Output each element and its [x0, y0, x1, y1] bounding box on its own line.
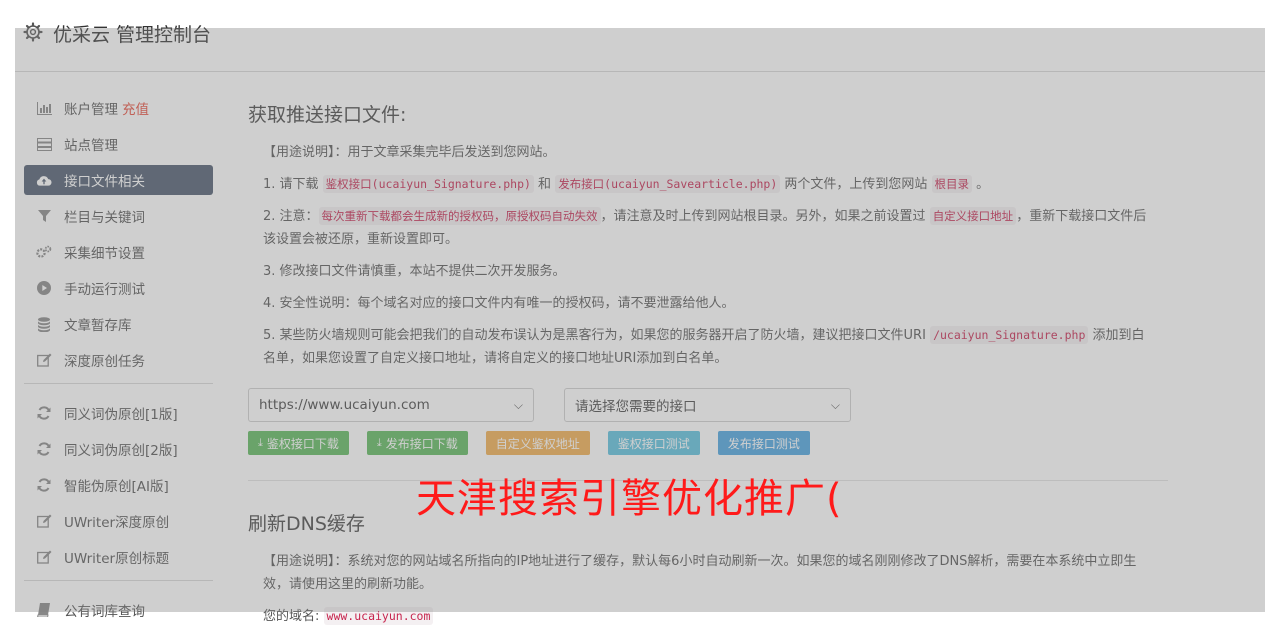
- text: 。: [972, 177, 990, 192]
- sidebar-item-collect-settings[interactable]: 采集细节设置: [24, 237, 213, 267]
- code-publish-file: 发布接口(ucaiyun_Savearticle.php): [555, 175, 781, 193]
- sidebar-item-label: 智能伪原创[AI版]: [64, 479, 169, 495]
- download-publish-button[interactable]: ⤓ 发布接口下载: [366, 431, 468, 455]
- sidebar-item-account[interactable]: 账户管理 充值: [24, 93, 213, 123]
- sidebar-item-label: UWriter深度原创: [64, 515, 170, 531]
- sidebar-item-article-store[interactable]: 文章暂存库: [24, 309, 213, 339]
- chevron-down-icon: ⌵: [830, 397, 840, 412]
- download-auth-button[interactable]: ⤓ 鉴权接口下载: [248, 431, 349, 455]
- main-content: 获取推送接口文件: 【用途说明】：用于文章采集完毕后发送到您网站。 1. 请下载…: [248, 100, 1168, 637]
- instruction-2: 2. 注意： 每次重新下载都会生成新的授权码，原授权码自动失效 ，请注意及时上传到网…: [263, 205, 1153, 251]
- domain-value: www.ucaiyun.com: [323, 607, 434, 625]
- sidebar-item-manual-test[interactable]: 手动运行测试: [24, 273, 213, 303]
- sidebar-divider: [24, 383, 213, 384]
- sidebar: 账户管理 充值 站点管理 接口文件相关 栏目与关键词 采集细节设置 手动运行测试…: [24, 93, 213, 631]
- button-row: ⤓ 鉴权接口下载 ⤓ 发布接口下载 自定义鉴权地址 鉴权接口测试 发布接口测试: [248, 431, 1168, 455]
- code-auth-file: 鉴权接口(ucaiyun_Signature.php): [322, 175, 534, 193]
- refresh-icon: [36, 477, 52, 493]
- button-label: 鉴权接口下载: [266, 436, 339, 451]
- sidebar-item-label: 接口文件相关: [64, 174, 145, 190]
- page: 优采云 管理控制台 账户管理 充值 站点管理 接口文件相关 栏目与关键词 采集细…: [0, 0, 1280, 640]
- sidebar-item-label: 栏目与关键词: [64, 210, 145, 226]
- header: 优采云 管理控制台: [15, 10, 1265, 72]
- code-custom-api: 自定义接口地址: [929, 207, 1017, 225]
- sidebar-item-ai-rewrite[interactable]: 智能伪原创[AI版]: [24, 470, 213, 500]
- sidebar-item-label: 手动运行测试: [64, 282, 145, 298]
- sidebar-item-label: 深度原创任务: [64, 354, 145, 370]
- text: 5. 某些防火墙规则可能会把我们的自动发布误认为是黑客行为，如果您的服务器开启了…: [263, 328, 931, 343]
- text: ，请注意及时上传到网站根目录。另外，如果之前设置过: [600, 209, 930, 224]
- test-auth-button[interactable]: 鉴权接口测试: [607, 431, 700, 455]
- instruction-3: 3. 修改接口文件请慎重，本站不提供二次开发服务。: [263, 264, 566, 279]
- instruction-1: 1. 请下载 鉴权接口(ucaiyun_Signature.php) 和 发布接…: [263, 173, 1153, 196]
- sidebar-item-label: 文章暂存库: [64, 318, 132, 334]
- sidebar-item-label: 公有词库查询: [64, 604, 145, 620]
- domain-label: 您的域名:: [263, 609, 320, 624]
- test-publish-button[interactable]: 发布接口测试: [717, 431, 810, 455]
- api-select-value: 请选择您需要的接口: [575, 399, 697, 415]
- watermark-text: 天津搜索引擎优化推广(: [416, 476, 843, 522]
- dns-section: 刷新DNS缓存 【用途说明】：系统对您的网站域名所指向的IP地址进行了缓存，默认…: [248, 509, 1168, 628]
- edit-icon: [36, 549, 52, 565]
- sidebar-item-sites[interactable]: 站点管理: [24, 129, 213, 159]
- domain-line: 您的域名: www.ucaiyun.com: [263, 605, 1153, 628]
- sidebar-item-public-dictionary[interactable]: 公有词库查询: [24, 595, 213, 625]
- sidebar-item-label: 同义词伪原创[1版]: [64, 407, 178, 423]
- sidebar-item-label: 同义词伪原创[2版]: [64, 443, 178, 459]
- cloud-upload-icon: [36, 172, 52, 188]
- section-title-api-files: 获取推送接口文件:: [248, 104, 407, 126]
- sidebar-item-label: 站点管理: [64, 138, 118, 154]
- download-icon: ⤓: [258, 436, 263, 449]
- select-row: https://www.ucaiyun.com ⌵ 请选择您需要的接口 ⌵: [248, 388, 1168, 422]
- recharge-link[interactable]: 充值: [122, 98, 149, 118]
- play-circle-icon: [36, 280, 52, 296]
- usage-text: 【用途说明】：用于文章采集完毕后发送到您网站。: [263, 145, 556, 160]
- edit-icon: [36, 352, 52, 368]
- text: 1. 请下载: [263, 177, 323, 192]
- refresh-icon: [36, 441, 52, 457]
- button-label: 自定义鉴权地址: [495, 436, 580, 451]
- sidebar-item-deep-original[interactable]: 深度原创任务: [24, 345, 213, 375]
- page-title: 优采云 管理控制台: [53, 24, 212, 46]
- sidebar-item-columns-keywords[interactable]: 栏目与关键词: [24, 201, 213, 231]
- instruction-4: 4. 安全性说明：每个域名对应的接口文件内有唯一的授权码，请不要泄露给他人。: [263, 296, 735, 311]
- text: 两个文件，上传到您网站: [780, 177, 932, 192]
- site-select[interactable]: https://www.ucaiyun.com ⌵: [248, 388, 534, 422]
- gear-icon: [23, 22, 43, 42]
- text: 2. 注意：: [263, 209, 319, 224]
- bar-chart-icon: [36, 100, 52, 116]
- button-label: 鉴权接口测试: [617, 436, 690, 451]
- button-label: 发布接口测试: [727, 436, 800, 451]
- sidebar-item-label: UWriter原创标题: [64, 551, 170, 567]
- custom-auth-button[interactable]: 自定义鉴权地址: [485, 431, 590, 455]
- api-select[interactable]: 请选择您需要的接口 ⌵: [564, 388, 851, 422]
- book-icon: [36, 602, 52, 618]
- database-icon: [36, 316, 52, 332]
- filter-icon: [36, 208, 52, 224]
- download-icon: ⤓: [376, 436, 382, 449]
- refresh-icon: [36, 405, 52, 421]
- sidebar-item-uwriter-title[interactable]: UWriter原创标题: [24, 542, 213, 572]
- cogs-icon: [36, 244, 52, 260]
- code-uri: /ucaiyun_Signature.php: [930, 326, 1089, 344]
- server-icon: [36, 136, 52, 152]
- code-root-dir: 根目录: [931, 175, 973, 193]
- instruction-5: 5. 某些防火墙规则可能会把我们的自动发布误认为是黑客行为，如果您的服务器开启了…: [263, 324, 1153, 370]
- sidebar-item-label: 账户管理: [64, 102, 118, 118]
- sidebar-item-uwriter-deep[interactable]: UWriter深度原创: [24, 506, 213, 536]
- sidebar-item-synonym-v1[interactable]: 同义词伪原创[1版]: [24, 398, 213, 428]
- sidebar-item-label: 采集细节设置: [64, 246, 145, 262]
- dns-usage-text: 【用途说明】：系统对您的网站域名所指向的IP地址进行了缓存，默认每6小时自动刷新…: [263, 554, 1137, 592]
- sidebar-item-api-files[interactable]: 接口文件相关: [24, 165, 213, 195]
- site-select-value: https://www.ucaiyun.com: [259, 397, 430, 413]
- edit-icon: [36, 513, 52, 529]
- code-warning: 每次重新下载都会生成新的授权码，原授权码自动失效: [318, 207, 601, 225]
- text: 和: [533, 177, 556, 192]
- button-label: 发布接口下载: [385, 436, 458, 451]
- chevron-down-icon: ⌵: [513, 397, 523, 412]
- sidebar-item-synonym-v2[interactable]: 同义词伪原创[2版]: [24, 434, 213, 464]
- sidebar-divider: [24, 580, 213, 581]
